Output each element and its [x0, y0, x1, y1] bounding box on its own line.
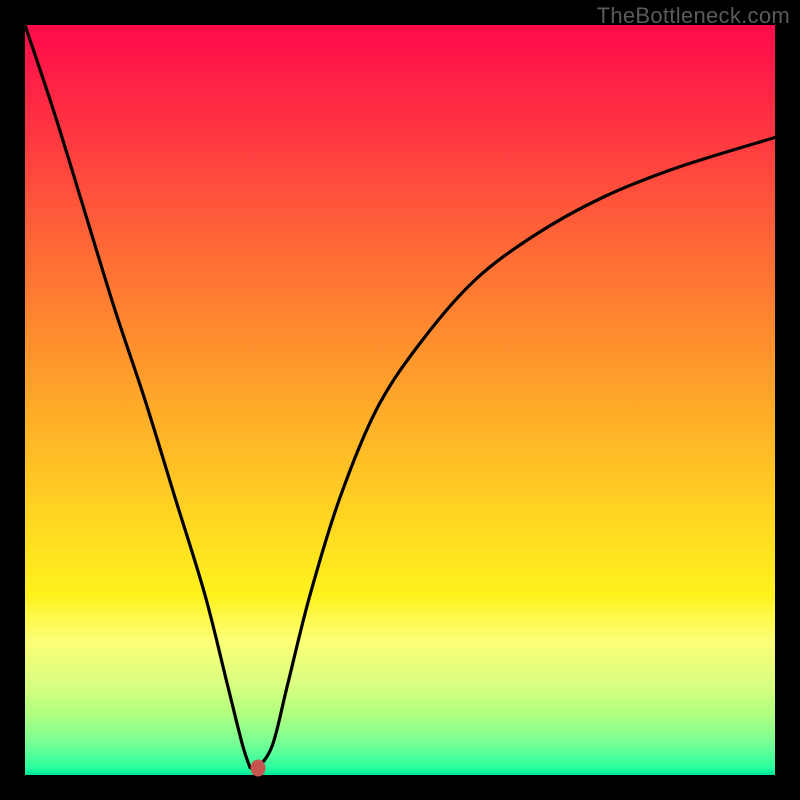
- optimal-point-marker: [250, 759, 265, 776]
- watermark-text: TheBottleneck.com: [597, 3, 790, 29]
- chart-frame: TheBottleneck.com: [0, 0, 800, 800]
- curve-path: [25, 25, 775, 769]
- plot-area: [25, 25, 775, 775]
- bottleneck-curve: [25, 25, 775, 775]
